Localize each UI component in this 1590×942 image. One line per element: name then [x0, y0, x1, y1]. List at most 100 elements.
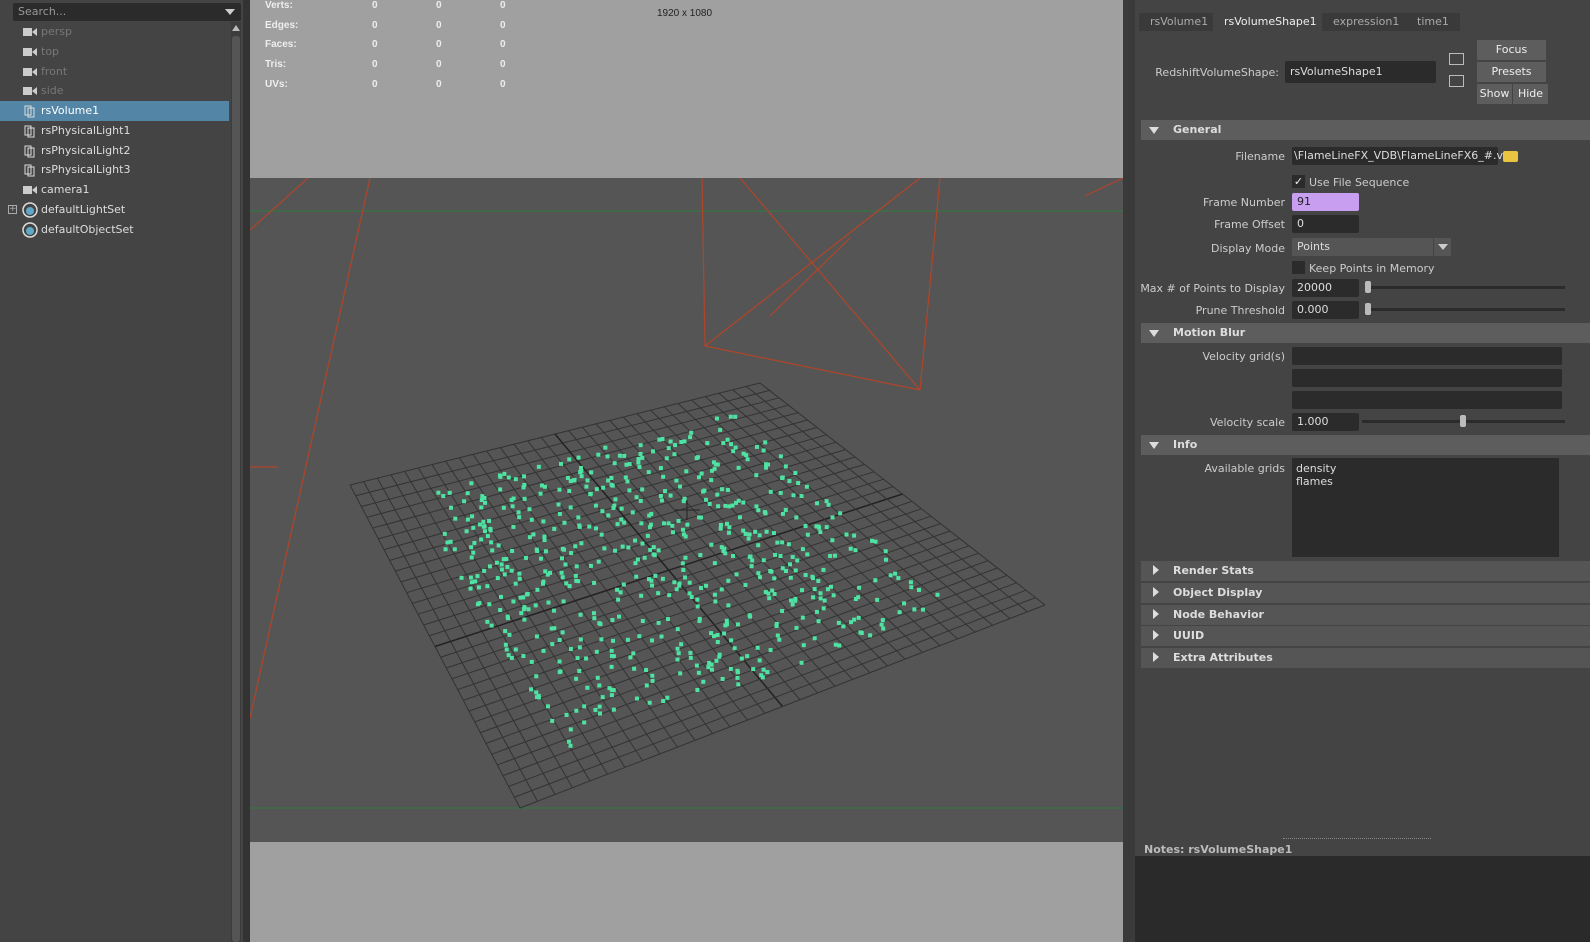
panel-splitter[interactable] — [1123, 0, 1135, 942]
slider-handle[interactable] — [1365, 281, 1371, 293]
volume-point — [582, 720, 587, 725]
outliner-item[interactable]: front — [0, 62, 229, 82]
stat-value: 0 — [500, 59, 506, 71]
resize-handle[interactable] — [1283, 838, 1431, 839]
section-object-display[interactable]: Object Display — [1141, 582, 1590, 603]
outliner-item[interactable]: rsPhysicalLight1 — [0, 121, 229, 141]
load-input-icon[interactable] — [1449, 53, 1464, 65]
frame-number-field[interactable]: 91 — [1292, 193, 1359, 211]
volume-point — [870, 538, 875, 543]
max-points-field[interactable]: 20000 — [1292, 279, 1359, 297]
section-node-behavior[interactable]: Node Behavior — [1141, 604, 1590, 625]
outliner-item[interactable]: rsPhysicalLight3 — [0, 160, 229, 180]
volume-point — [732, 646, 737, 651]
slider-handle[interactable] — [1460, 415, 1466, 427]
volume-point — [567, 584, 572, 589]
tab-time1[interactable]: time1 — [1406, 13, 1460, 31]
use-file-sequence-label: Use File Sequence — [1309, 176, 1410, 189]
section-info[interactable]: Info — [1141, 435, 1590, 455]
velocity-scale-slider[interactable] — [1362, 415, 1565, 427]
tab-rsvolume1[interactable]: rsVolume1 — [1139, 13, 1220, 31]
volume-point — [592, 616, 597, 621]
tab-expression1[interactable]: expression1 — [1322, 13, 1411, 31]
frame-offset-field[interactable]: 0 — [1292, 215, 1359, 233]
volume-point — [469, 555, 474, 560]
scene-view[interactable] — [250, 177, 1123, 842]
camera-icon — [23, 186, 37, 194]
viewport-3d[interactable]: Verts: 0 0 0 Edges: 0 0 0 Faces: 0 0 0 Tris: 0 0 0 UVs: 0… — [250, 0, 1123, 942]
volume-point — [780, 609, 785, 614]
notes-textarea[interactable] — [1135, 856, 1590, 942]
use-file-sequence-checkbox[interactable]: ✓ — [1292, 175, 1305, 188]
volume-point — [578, 612, 583, 617]
volume-point — [745, 654, 750, 659]
outliner-item[interactable]: side — [0, 81, 229, 101]
outliner-scrollbar[interactable] — [231, 22, 241, 942]
velocity-grid-field[interactable] — [1292, 369, 1562, 387]
volume-point — [763, 511, 768, 516]
presets-button[interactable]: Presets — [1477, 62, 1546, 82]
node-name-field[interactable]: rsVolumeShape1 — [1285, 61, 1436, 83]
show-button[interactable]: Show — [1477, 84, 1512, 104]
display-mode-dropdown[interactable]: Points — [1292, 238, 1433, 256]
volume-point — [609, 475, 614, 480]
scroll-up-icon[interactable] — [232, 25, 240, 31]
section-extra-attributes[interactable]: Extra Attributes — [1141, 648, 1590, 669]
available-grids-list[interactable]: density flames — [1292, 458, 1559, 557]
volume-point — [709, 631, 714, 636]
filename-field[interactable]: \FlameLineFX_VDB\FlameLineFX6_#.vdb — [1292, 147, 1517, 165]
prune-threshold-field[interactable]: 0.000 — [1292, 301, 1359, 319]
section-render-stats[interactable]: Render Stats — [1141, 561, 1590, 581]
hide-button[interactable]: Hide — [1513, 84, 1548, 104]
expand-icon[interactable]: + — [8, 204, 17, 214]
outliner-item[interactable]: top — [0, 42, 229, 62]
volume-point — [756, 508, 761, 513]
volume-point — [833, 642, 838, 647]
velocity-grid-field[interactable] — [1292, 347, 1562, 365]
tab-rsvolumeshape1[interactable]: rsVolumeShape1 — [1213, 13, 1328, 31]
volume-point — [574, 578, 579, 583]
volume-point — [476, 585, 481, 590]
keep-points-checkbox[interactable] — [1292, 261, 1305, 274]
volume-point — [485, 619, 490, 624]
volume-point — [653, 573, 658, 578]
load-output-icon[interactable] — [1449, 75, 1464, 87]
outliner-item[interactable]: defaultObjectSet — [0, 220, 229, 240]
volume-point — [812, 636, 817, 641]
volume-point — [574, 708, 579, 713]
scrollbar-thumb[interactable] — [232, 36, 240, 942]
section-motion-blur[interactable]: Motion Blur — [1141, 323, 1590, 343]
folder-icon[interactable] — [1503, 151, 1518, 162]
volume-point — [557, 511, 562, 516]
outliner-item[interactable]: camera1 — [0, 180, 229, 200]
volume-point — [549, 626, 554, 631]
outliner-item[interactable]: rsPhysicalLight2 — [0, 141, 229, 161]
volume-point — [826, 502, 831, 507]
chevron-down-icon[interactable] — [225, 9, 235, 15]
volume-point — [557, 638, 562, 643]
outliner-search-input[interactable]: Search... — [13, 3, 241, 21]
volume-point — [734, 500, 739, 505]
prune-threshold-slider[interactable] — [1365, 303, 1565, 315]
velocity-grid-field[interactable] — [1292, 391, 1562, 409]
focus-button[interactable]: Focus — [1477, 40, 1546, 60]
volume-point — [816, 578, 821, 583]
outliner-item[interactable]: + defaultLightSet — [0, 200, 229, 220]
stat-label: Verts: — [265, 0, 293, 11]
outliner-item[interactable]: rsVolume1 — [0, 101, 229, 121]
volume-point — [670, 523, 675, 528]
viewport-canvas[interactable] — [250, 177, 1123, 842]
volume-point — [774, 623, 779, 628]
section-general[interactable]: General — [1141, 120, 1590, 140]
panel-splitter[interactable] — [243, 0, 250, 942]
outliner-item[interactable]: persp — [0, 22, 229, 42]
velocity-scale-field[interactable]: 1.000 — [1292, 413, 1359, 431]
max-points-slider[interactable] — [1365, 281, 1565, 293]
volume-point — [498, 487, 503, 492]
slider-handle[interactable] — [1365, 303, 1371, 315]
volume-point — [598, 711, 603, 716]
section-uuid[interactable]: UUID — [1141, 626, 1590, 647]
chevron-down-icon[interactable] — [1433, 238, 1451, 256]
frame-number-label: Frame Number — [1203, 196, 1285, 209]
volume-point — [568, 505, 573, 510]
